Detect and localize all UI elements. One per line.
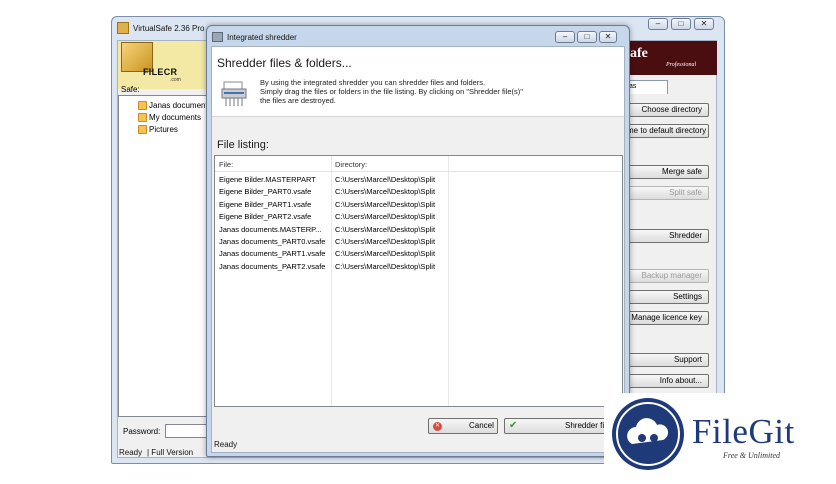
folder-icon [138,113,147,122]
brand-banner: afe Professional [626,41,717,75]
file-name-cell: Janas documents.MASTERP... [219,224,322,234]
shredder-icon [212,32,223,42]
brand-sub: Professional [666,62,697,68]
folder-icon [138,101,147,110]
directory-cell: C:\Users\Marcel\Desktop\Split [335,199,436,209]
minimize-icon[interactable]: – [648,18,668,30]
directory-cell: C:\Users\Marcel\Desktop\Split [335,261,436,271]
directory-cell: C:\Users\Marcel\Desktop\Split [335,249,436,259]
file-name-cell: Janas documents_PART0.vsafe [219,237,326,246]
dialog-description-line-3: the files are destroyed. [260,96,336,105]
check-icon: ✔ [509,420,518,431]
table-row[interactable]: Eigene Bilder_PART0.vsafe C:\Users\Marcel… [215,185,622,197]
close-icon[interactable]: ✕ [694,18,714,30]
tree-item-label: Janas documents [149,101,212,110]
directory-cell: C:\Users\Marcel\Desktop\Split [335,187,436,197]
column-header-file[interactable]: File: [219,160,233,169]
main-status-ready: Ready [119,448,143,457]
default-directory-button[interactable]: me to default directory [626,124,709,138]
dialog-status: Ready [214,440,238,449]
directory-cell: C:\Users\Marcel\Desktop\Split [335,212,436,222]
merge-safe-button[interactable]: Merge safe [626,165,709,179]
dialog-description-line-2: Simply drag the files or folders in the … [260,87,523,96]
table-row[interactable]: Eigene Bilder.MASTERPART C:\Users\Marcel\… [215,173,622,185]
support-button[interactable]: Support [626,353,709,367]
table-row[interactable]: Janas documents_PART2.vsafe C:\Users\Marc… [215,260,622,272]
password-label: Password: [123,427,161,436]
maximize-icon[interactable]: □ [577,31,597,43]
table-row[interactable]: Janas documents.MASTERP... C:\Users\Marce… [215,223,622,235]
maximize-icon[interactable]: □ [671,18,691,30]
main-window-title: VirtualSafe 2.36 Pro [133,24,205,33]
tree-item-my-documents[interactable]: My documents [138,112,201,123]
main-status-version: | Full Version [147,448,194,457]
file-name-cell: Eigene Bilder_PART2.vsafe [219,212,312,222]
close-icon[interactable]: ✕ [599,31,617,43]
shredder-button[interactable]: Shredder [626,229,709,243]
dialog-title: Integrated shredder [227,33,297,42]
filegit-tagline: Free & Unlimited [723,451,781,460]
manage-licence-button[interactable]: Manage licence key [626,311,709,325]
cancel-button-label: Cancel [469,421,494,430]
filecr-logo-sub: .com [170,77,181,83]
table-row[interactable]: Eigene Bilder_PART1.vsafe C:\Users\Marcel… [215,198,622,210]
brand-text: afe [630,46,648,61]
folder-icon [138,125,147,134]
file-name-cell: Janas documents_PART2.vsafe [219,261,326,271]
safe-tree: Janas documents My documents Pictures [118,95,212,417]
tree-item-janas[interactable]: Janas documents [138,100,212,111]
file-listing-header: File: Directory: [215,156,622,172]
safe-label: Safe: [121,85,140,94]
dialog-heading: Shredder files & folders... [217,56,352,70]
filegit-logo-icon [612,398,684,470]
backup-manager-button[interactable]: Backup manager [626,269,709,283]
file-name-cell: Eigene Bilder.MASTERPART [219,175,316,184]
directory-cell: C:\Users\Marcel\Desktop\Split [335,224,436,234]
dialog-description-line-1: By using the integrated shredder you can… [260,78,486,87]
password-input[interactable] [165,424,208,438]
split-safe-button[interactable]: Split safe [626,186,709,200]
column-header-directory[interactable]: Directory: [335,160,367,169]
cancel-button[interactable]: ✕ Cancel [428,418,498,434]
shredder-machine-icon [220,80,250,108]
file-name-cell: Eigene Bilder_PART1.vsafe [219,199,312,209]
file-listing[interactable]: File: Directory: Eigene Bilder.MASTERPAR… [214,155,623,407]
choose-directory-button[interactable]: Choose directory [626,103,709,117]
minimize-icon[interactable]: – [555,31,575,43]
settings-button[interactable]: Settings [626,290,709,304]
tab-fragment[interactable]: as [626,80,668,94]
directory-cell: C:\Users\Marcel\Desktop\Split [335,175,436,184]
filecr-logo-text: FILECR [143,67,178,77]
file-name-cell: Janas documents_PART1.vsafe [219,249,326,259]
cancel-icon: ✕ [433,422,442,431]
table-row[interactable]: Janas documents_PART1.vsafe C:\Users\Marc… [215,247,622,259]
file-listing-label: File listing: [217,139,269,151]
table-row[interactable]: Eigene Bilder_PART2.vsafe C:\Users\Marcel… [215,210,622,222]
directory-cell: C:\Users\Marcel\Desktop\Split [335,237,436,246]
file-name-cell: Eigene Bilder_PART0.vsafe [219,187,312,197]
app-icon [117,22,129,34]
tree-item-label: Pictures [149,125,178,134]
info-about-button[interactable]: Info about... [626,374,709,388]
tree-item-pictures[interactable]: Pictures [138,124,178,135]
table-row[interactable]: Janas documents_PART0.vsafe C:\Users\Marc… [215,235,622,247]
filegit-name: FileGit [692,412,795,451]
shredder-files-button-label: Shredder fil [565,421,606,430]
tree-item-label: My documents [149,113,202,122]
dialog-window-controls: – □ ✕ [555,31,617,43]
